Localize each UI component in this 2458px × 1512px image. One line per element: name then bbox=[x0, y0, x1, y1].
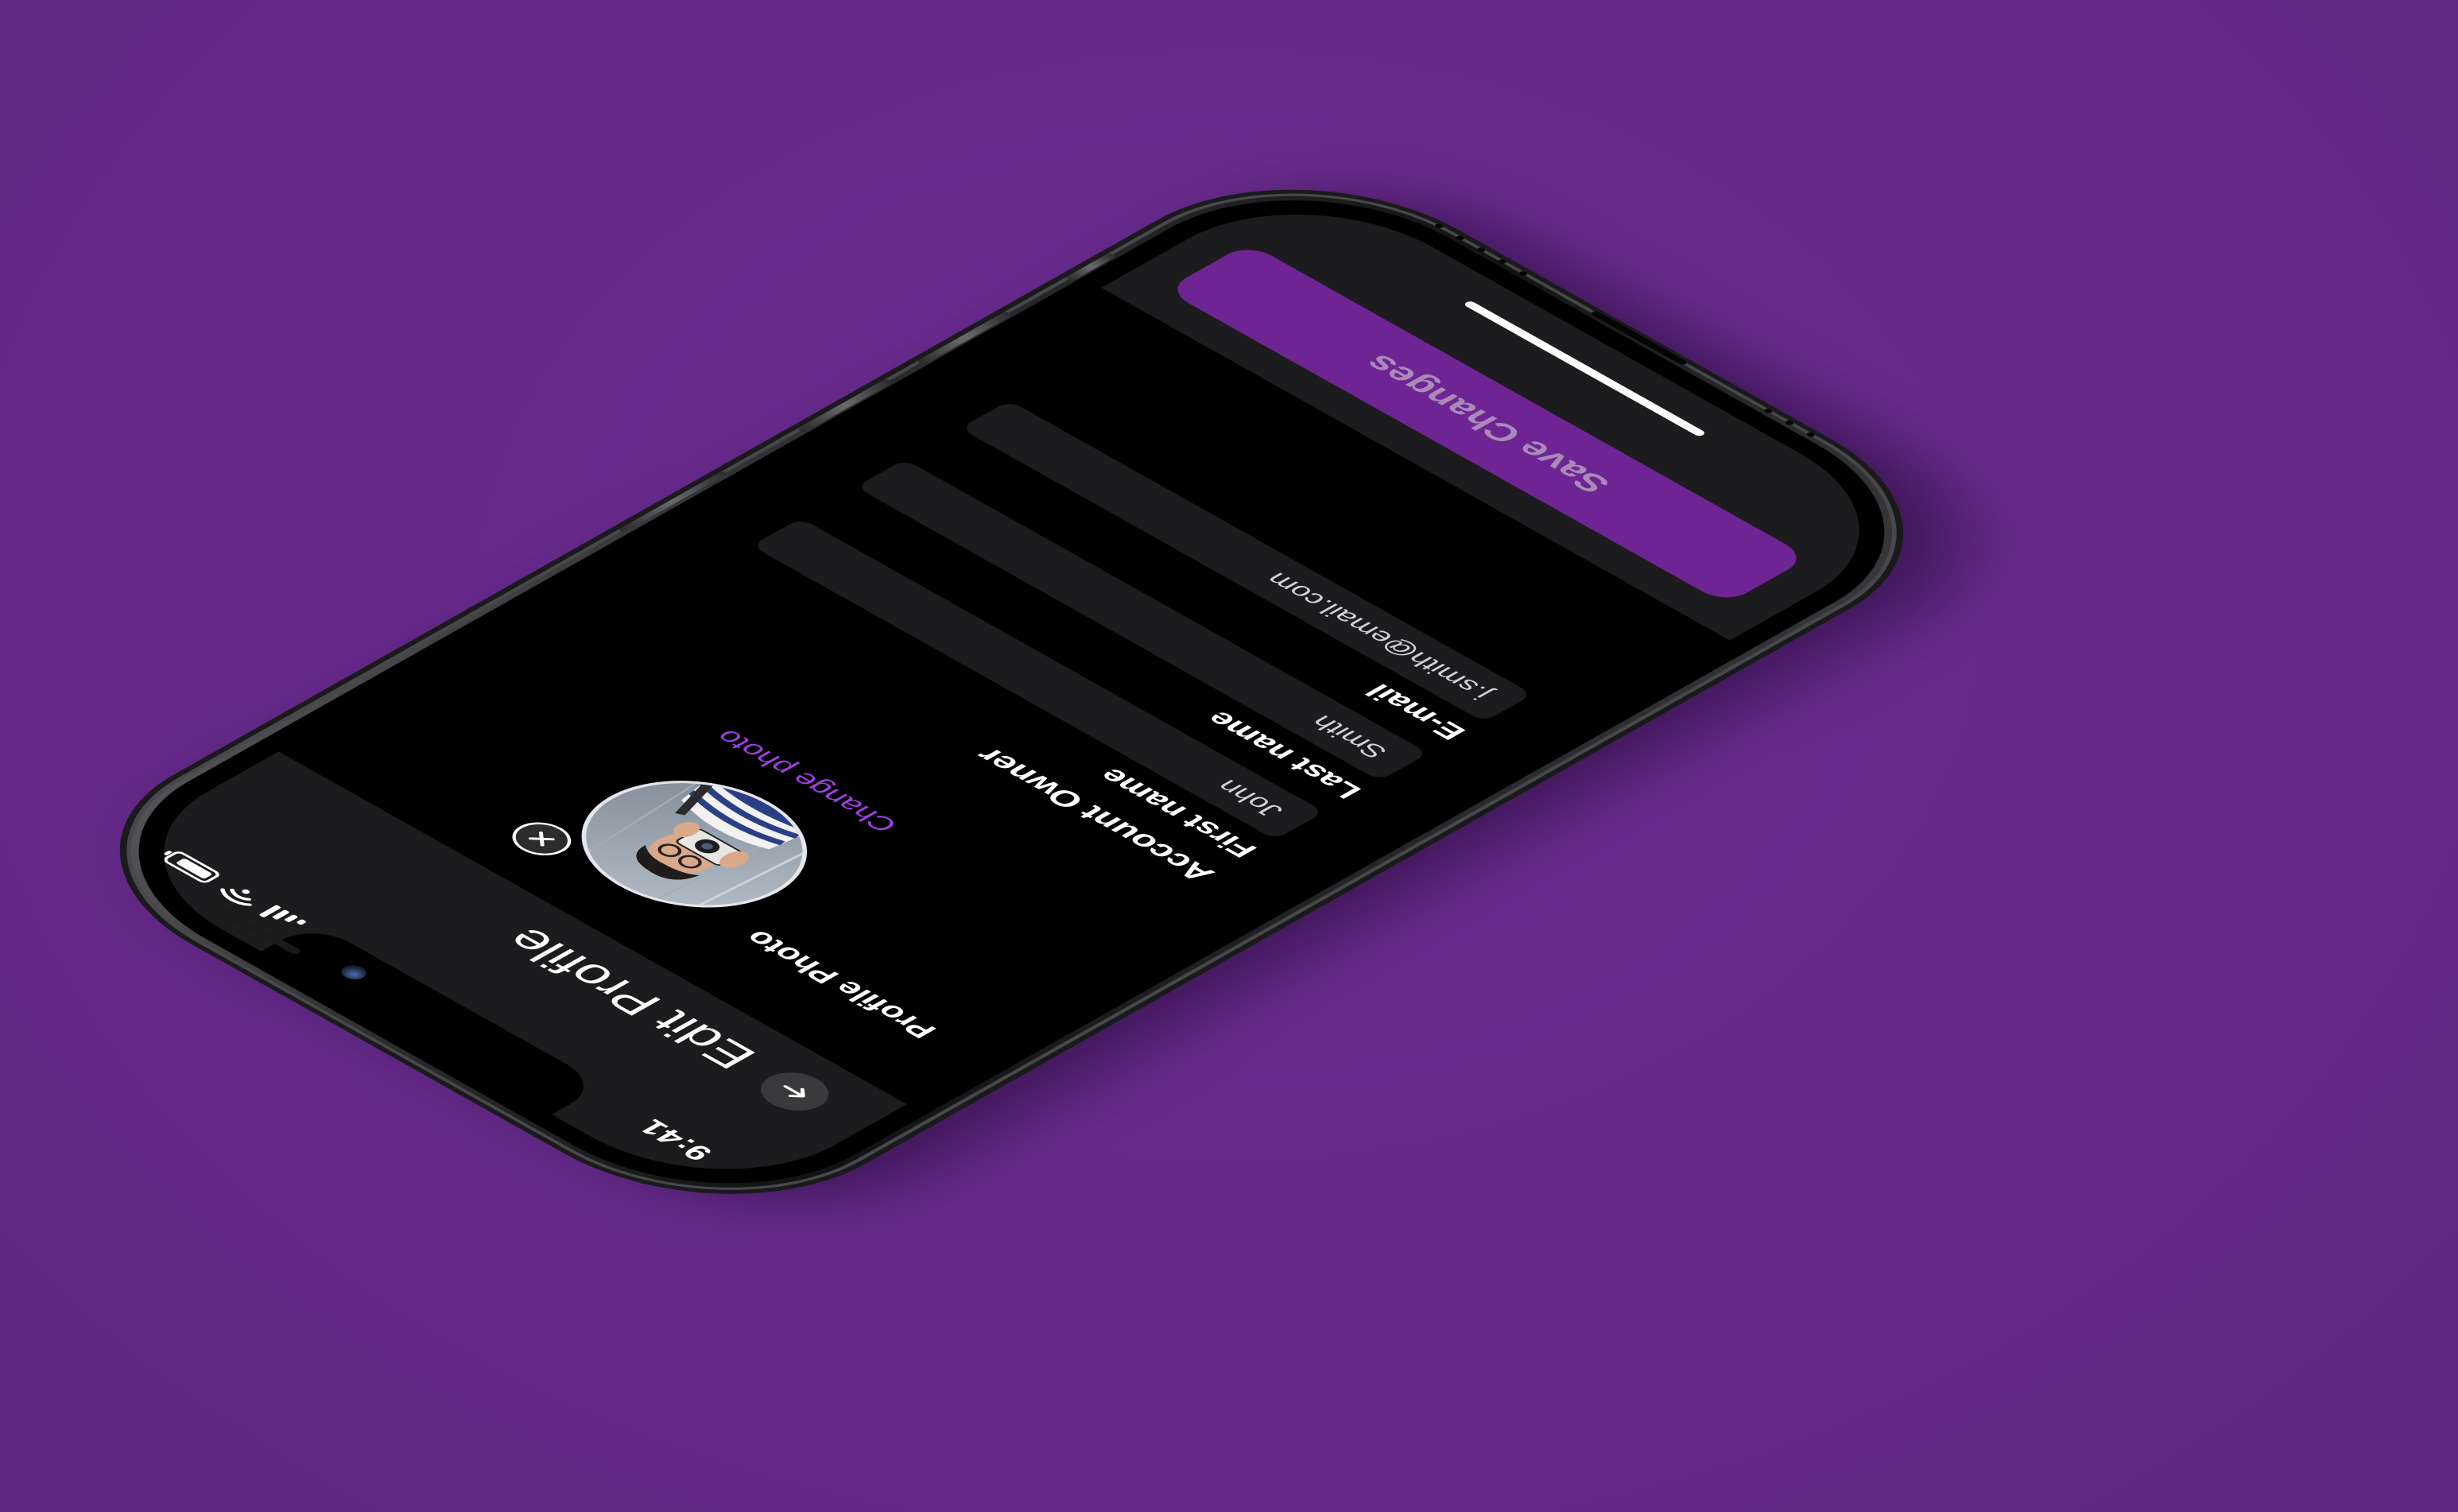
speaker-grille-dot bbox=[1496, 258, 1508, 266]
speaker-grille-dot bbox=[1518, 270, 1529, 277]
microphone-grille-dot bbox=[1784, 419, 1796, 426]
status-time: 9:41 bbox=[630, 1115, 720, 1165]
signal-icon bbox=[258, 905, 308, 932]
microphone-grille-dot bbox=[1805, 431, 1816, 438]
speaker-grille-dot bbox=[1433, 223, 1445, 230]
arrow-left-icon bbox=[783, 1085, 805, 1098]
front-camera bbox=[336, 962, 371, 983]
backdrop: 9:41 Edit Profile Profile Photo Change p… bbox=[0, 0, 2458, 1512]
battery-icon bbox=[161, 849, 223, 885]
speaker-grille-dot bbox=[1454, 235, 1466, 242]
close-icon bbox=[528, 832, 555, 847]
back-button[interactable] bbox=[746, 1064, 843, 1118]
microphone-grille-dot bbox=[1762, 408, 1774, 414]
phone-frame: 9:41 Edit Profile Profile Photo Change p… bbox=[32, 140, 1991, 1244]
phone-mockup: 9:41 Edit Profile Profile Photo Change p… bbox=[32, 140, 2048, 1250]
speaker-grille-dot bbox=[1475, 246, 1487, 254]
profile-photo-label: Profile Photo bbox=[737, 925, 944, 1043]
battery-level bbox=[175, 858, 213, 879]
remove-photo-button[interactable] bbox=[500, 816, 583, 863]
